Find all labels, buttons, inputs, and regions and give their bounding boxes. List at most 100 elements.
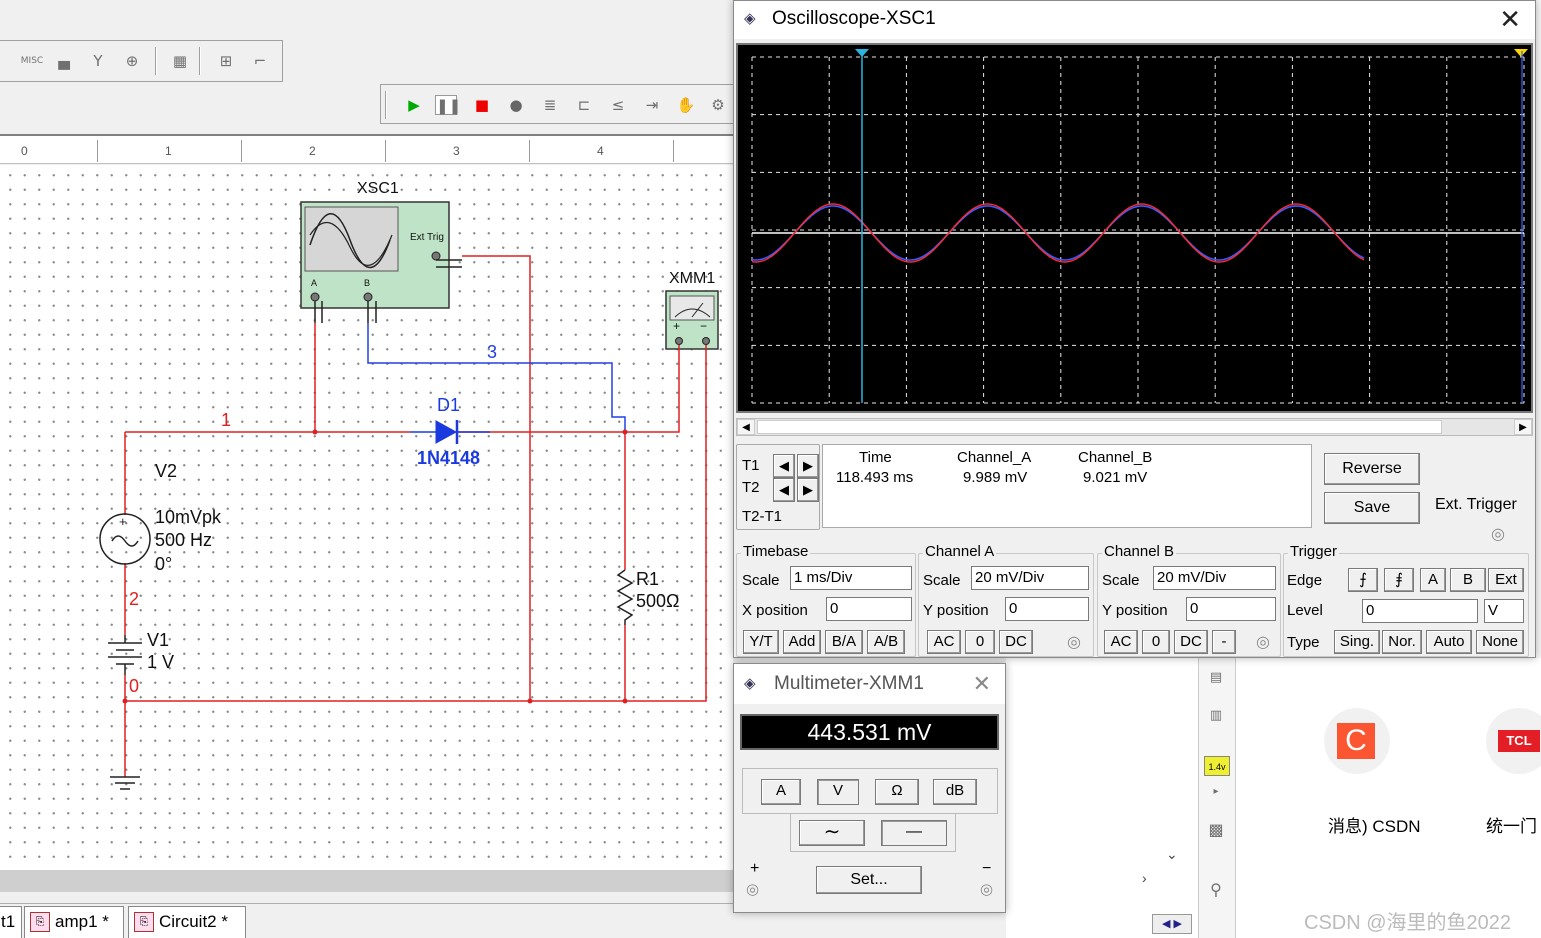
falling-edge-button[interactable]: ⨎	[1384, 568, 1414, 592]
labview-icon[interactable]: ▩	[1205, 820, 1227, 840]
timebase-scale-field[interactable]: 1 ms/Div	[790, 566, 912, 590]
display-scrollbar[interactable]: ◀ ▶	[736, 418, 1533, 436]
channel-a-dc-button[interactable]: DC	[999, 630, 1033, 654]
misc-component-button[interactable]: MISC	[17, 51, 47, 71]
negative-terminal-icon[interactable]: ◎	[980, 880, 993, 898]
readout-t1-chb: 9.021 mV	[1083, 469, 1148, 486]
rising-edge-button[interactable]: ⨍	[1348, 568, 1378, 592]
cursor-t1-handle[interactable]	[855, 49, 869, 57]
channel-a-scale-field[interactable]: 20 mV/Div	[971, 566, 1089, 590]
hierarchy-block-icon[interactable]: ⊞	[215, 51, 237, 71]
step-into-icon[interactable]: ⊏	[573, 95, 595, 115]
tcl-app-tile[interactable]: TCL	[1486, 708, 1541, 774]
schematic-canvas[interactable]: + XSC1 Ext Trig A B XMM1 + − D1 1N4148 1…	[0, 165, 733, 870]
current-probe-icon[interactable]: ⚲	[1205, 880, 1227, 900]
trigger-single-button[interactable]: Sing.	[1334, 630, 1380, 654]
scroll-down-icon[interactable]: ⌄	[1166, 846, 1178, 863]
ohmmeter-mode-button[interactable]: Ω	[875, 779, 919, 805]
scope-terminal-ext[interactable]	[431, 251, 441, 261]
reverse-button[interactable]: Reverse	[1324, 453, 1420, 485]
channel-b-ac-button[interactable]: AC	[1104, 630, 1138, 654]
oscilloscope-titlebar[interactable]: ◈ Oscilloscope-XSC1 ✕	[734, 1, 1535, 39]
scroll-right-icon[interactable]: ▶	[1514, 419, 1532, 435]
close-icon[interactable]: ✕	[973, 664, 991, 704]
x-position-field[interactable]: 0	[826, 597, 912, 621]
probe-hand-icon[interactable]: ✋	[675, 95, 697, 115]
step-icon[interactable]: ≣	[539, 95, 561, 115]
add-button[interactable]: Add	[783, 630, 821, 654]
run-simulation-icon[interactable]: ▶	[403, 95, 425, 115]
a-over-b-button[interactable]: A/B	[867, 630, 905, 654]
trigger-normal-button[interactable]: Nor.	[1382, 630, 1422, 654]
channel-b-ypos-field[interactable]: 0	[1186, 597, 1276, 621]
trigger-source-ext-button[interactable]: Ext	[1488, 568, 1524, 592]
channel-b-scale-field[interactable]: 20 mV/Div	[1153, 566, 1276, 590]
channel-a-ypos-field[interactable]: 0	[1005, 597, 1089, 621]
ext-trigger-terminal-icon[interactable]: ◎	[1491, 524, 1505, 544]
tab-circuit2[interactable]: ⎘ Circuit2 *	[128, 906, 246, 938]
measurement-probe-icon[interactable]: 1.4v	[1204, 756, 1230, 776]
t1-right-arrow[interactable]: ▶	[797, 454, 819, 478]
trigger-source-a-button[interactable]: A	[1420, 568, 1446, 592]
trigger-source-b-button[interactable]: B	[1450, 568, 1486, 592]
save-button[interactable]: Save	[1324, 492, 1420, 524]
spectrum-analyzer-icon[interactable]: ▥	[1205, 706, 1227, 726]
b-over-a-button[interactable]: B/A	[825, 630, 863, 654]
expand-arrow-icon[interactable]: ▸	[1205, 782, 1227, 802]
channel-b-invert-button[interactable]: -	[1212, 630, 1236, 654]
t2-right-arrow[interactable]: ▶	[797, 478, 819, 502]
scope-terminal-a[interactable]	[310, 292, 320, 302]
channel-a-terminal-icon[interactable]: ◎	[1067, 632, 1081, 652]
voltmeter-mode-button[interactable]: V	[817, 779, 859, 805]
pause-simulation-icon[interactable]: ❚❚	[435, 95, 461, 115]
trigger-level-unit[interactable]: V	[1484, 599, 1524, 623]
connector-component-icon[interactable]: ⊕	[121, 51, 143, 71]
canvas-horizontal-scrollbar[interactable]	[0, 870, 733, 892]
yt-button[interactable]: Y/T	[743, 630, 779, 654]
ac-source-v2[interactable]: +	[99, 513, 151, 565]
stop-simulation-icon[interactable]: ■	[471, 95, 493, 115]
oscilloscope-display[interactable]	[736, 43, 1533, 413]
csdn-app-tile[interactable]: C	[1324, 708, 1390, 774]
components-toolbar: MISC ▄ Y ⊕ ▦ ⊞ ⌐	[0, 40, 283, 82]
decibel-mode-button[interactable]: dB	[933, 779, 977, 805]
cursor-t2-handle[interactable]	[1514, 49, 1528, 57]
set-button[interactable]: Set...	[816, 866, 922, 894]
scroll-left-icon[interactable]: ◀	[737, 419, 755, 435]
tab-amp1[interactable]: ⎘ amp1 *	[24, 906, 124, 938]
logic-analyzer-icon[interactable]: ▤	[1205, 668, 1227, 688]
diode-d1[interactable]	[410, 420, 490, 444]
probe-settings-icon[interactable]: ⚙	[707, 95, 729, 115]
ruler-label: 3	[453, 144, 460, 158]
channel-b-zero-button[interactable]: 0	[1142, 630, 1170, 654]
t2-left-arrow[interactable]: ◀	[773, 478, 795, 502]
page-nav-arrows[interactable]: ◀ ▶	[1152, 914, 1192, 934]
step-out-icon[interactable]: ≤	[607, 95, 629, 115]
antenna-component-icon[interactable]: Y	[87, 51, 109, 71]
resistor-r1[interactable]	[616, 569, 634, 625]
scroll-thumb[interactable]	[757, 420, 1442, 434]
indicator-component-icon[interactable]: ▄	[53, 51, 75, 71]
ammeter-mode-button[interactable]: A	[761, 779, 801, 805]
multimeter-titlebar[interactable]: ◈ Multimeter-XMM1 ✕	[734, 664, 1005, 704]
ac-mode-button[interactable]: ∼	[799, 820, 865, 846]
run-to-cursor-icon[interactable]: ⇥	[641, 95, 663, 115]
scroll-right-icon[interactable]: ›	[1142, 870, 1147, 886]
t1-left-arrow[interactable]: ◀	[773, 454, 795, 478]
channel-a-ac-button[interactable]: AC	[927, 630, 961, 654]
channel-b-terminal-icon[interactable]: ◎	[1256, 632, 1270, 652]
trigger-level-field[interactable]: 0	[1362, 599, 1478, 623]
trigger-auto-button[interactable]: Auto	[1426, 630, 1472, 654]
battery-v1[interactable]	[108, 635, 142, 675]
channel-b-dc-button[interactable]: DC	[1174, 630, 1208, 654]
close-icon[interactable]: ✕	[1499, 5, 1521, 33]
dc-mode-button[interactable]: —	[881, 820, 947, 846]
trigger-none-button[interactable]: None	[1476, 630, 1524, 654]
channel-a-zero-button[interactable]: 0	[965, 630, 995, 654]
tab-t1[interactable]: t1	[0, 906, 22, 938]
bus-icon[interactable]: ⌐	[249, 51, 271, 71]
record-icon[interactable]: ●	[505, 95, 527, 115]
positive-terminal-icon[interactable]: ◎	[746, 880, 759, 898]
scope-terminal-b[interactable]	[363, 292, 373, 302]
chip-component-icon[interactable]: ▦	[169, 51, 191, 71]
